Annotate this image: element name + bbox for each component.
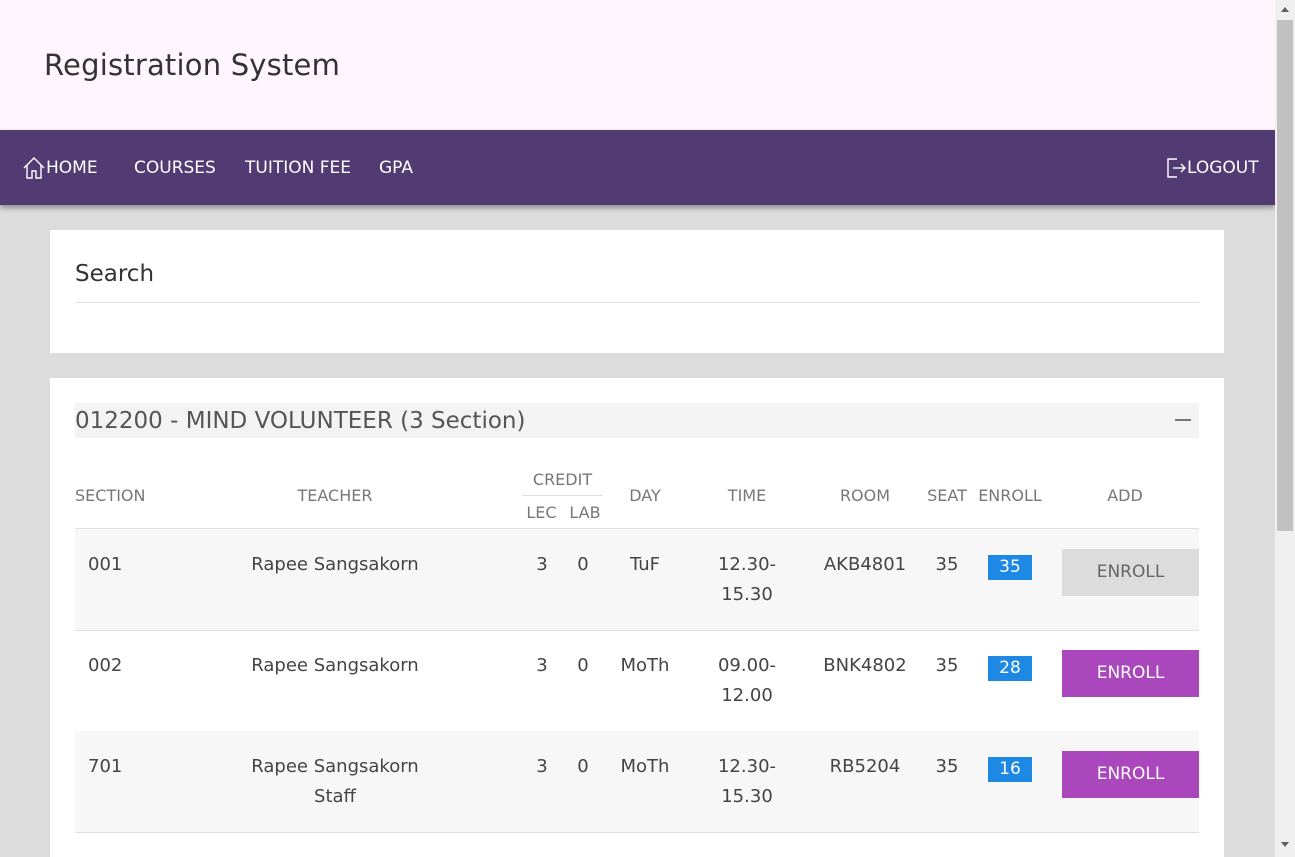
col-enroll: ENROLL: [978, 486, 1042, 505]
col-section: SECTION: [75, 486, 146, 505]
course-panel: 012200 - MIND VOLUNTEER (3 Section) SECT…: [50, 378, 1224, 857]
nav-tuition-fee[interactable]: TUITION FEE: [245, 158, 351, 178]
cell-time: 12.30- 15.30: [702, 752, 792, 812]
scrollbar-thumb[interactable]: [1277, 20, 1293, 531]
col-teacher: TEACHER: [297, 486, 373, 505]
cell-lec: 3: [536, 756, 548, 777]
nav-gpa-label: GPA: [379, 158, 413, 178]
enroll-button[interactable]: ENROLL: [1062, 549, 1199, 596]
cell-time-start: 12.30-: [717, 554, 777, 575]
col-credit: CREDIT: [532, 470, 593, 489]
table-row: 001 Rapee Sangsakorn 3 0 TuF 12.30- 15.3…: [75, 529, 1199, 631]
table-row: 002 Rapee Sangsakorn 3 0 MoTh 09.00- 12.…: [75, 630, 1199, 732]
cell-section: 002: [88, 655, 123, 676]
app-title: Registration System: [44, 48, 341, 82]
enroll-count-badge: 35: [988, 555, 1032, 580]
table-row: 701 Rapee Sangsakorn Staff 3 0 MoTh 12.3…: [75, 731, 1199, 833]
search-divider: [75, 302, 1199, 303]
collapse-icon[interactable]: [1175, 419, 1191, 421]
enroll-count-badge: 28: [988, 656, 1032, 681]
cell-seat: 35: [935, 554, 959, 575]
cell-lab: 0: [577, 554, 589, 575]
cell-teacher: Rapee Sangsakorn: [235, 550, 435, 580]
cell-day: TuF: [629, 554, 661, 575]
navbar: HOME COURSES TUITION FEE GPA LOGOUT: [0, 130, 1275, 205]
cell-teacher: Rapee Sangsakorn Staff: [235, 752, 435, 812]
nav-gpa[interactable]: GPA: [379, 158, 413, 178]
cell-section: 001: [88, 554, 123, 575]
nav-home-label: HOME: [46, 158, 98, 178]
cell-time-end: 12.00: [721, 685, 773, 706]
cell-time-end: 15.30: [721, 786, 773, 807]
cell-time-start: 09.00-: [717, 655, 777, 676]
cell-teacher-name-2: Staff: [314, 786, 356, 807]
enroll-button[interactable]: ENROLL: [1062, 650, 1199, 697]
cell-day: MoTh: [620, 655, 670, 676]
cell-time-start: 12.30-: [717, 756, 777, 777]
cell-teacher-name: Rapee Sangsakorn: [251, 554, 419, 575]
cell-room: BNK4802: [823, 655, 907, 676]
cell-teacher: Rapee Sangsakorn: [235, 651, 435, 681]
home-icon: [22, 156, 46, 180]
vertical-scrollbar[interactable]: [1275, 0, 1295, 857]
nav-courses-label: COURSES: [134, 158, 216, 178]
cell-lab: 0: [577, 756, 589, 777]
enroll-button[interactable]: ENROLL: [1062, 751, 1199, 798]
cell-lec: 3: [536, 655, 548, 676]
course-header[interactable]: 012200 - MIND VOLUNTEER (3 Section): [75, 403, 1199, 438]
cell-seat: 35: [935, 756, 959, 777]
col-lec: LEC: [526, 503, 557, 522]
col-seat: SEAT: [927, 486, 967, 505]
nav-tuition-label: TUITION FEE: [245, 158, 352, 178]
cell-seat: 35: [935, 655, 959, 676]
col-lab: LAB: [569, 503, 601, 522]
search-panel: Search: [50, 230, 1224, 353]
cell-time-end: 15.30: [721, 584, 773, 605]
cell-section: 701: [88, 756, 123, 777]
cell-room: AKB4801: [823, 554, 907, 575]
course-title: 012200 - MIND VOLUNTEER (3 Section): [75, 408, 526, 434]
cell-room: RB5204: [829, 756, 901, 777]
cell-day: MoTh: [620, 756, 670, 777]
cell-lab: 0: [577, 655, 589, 676]
nav-courses[interactable]: COURSES: [134, 158, 216, 178]
cell-time: 12.30- 15.30: [702, 550, 792, 610]
nav-home[interactable]: HOME: [22, 156, 98, 180]
nav-logout-label: LOGOUT: [1187, 158, 1259, 178]
col-time: TIME: [727, 486, 767, 505]
scroll-up-arrow-icon[interactable]: [1281, 7, 1289, 12]
scroll-down-arrow-icon[interactable]: [1281, 842, 1289, 847]
enroll-count-badge: 16: [988, 757, 1032, 782]
col-room: ROOM: [839, 486, 891, 505]
col-add: ADD: [1107, 486, 1143, 505]
nav-logout[interactable]: LOGOUT: [1165, 156, 1259, 180]
app-header: Registration System: [0, 0, 1275, 130]
col-day: DAY: [629, 486, 661, 505]
cell-lec: 3: [536, 554, 548, 575]
cell-teacher-name: Rapee Sangsakorn: [251, 655, 419, 676]
cell-time: 09.00- 12.00: [702, 651, 792, 711]
cell-teacher-name: Rapee Sangsakorn: [251, 756, 419, 777]
logout-icon: [1165, 156, 1187, 180]
search-title: Search: [75, 261, 155, 287]
credit-divider: [522, 495, 603, 496]
